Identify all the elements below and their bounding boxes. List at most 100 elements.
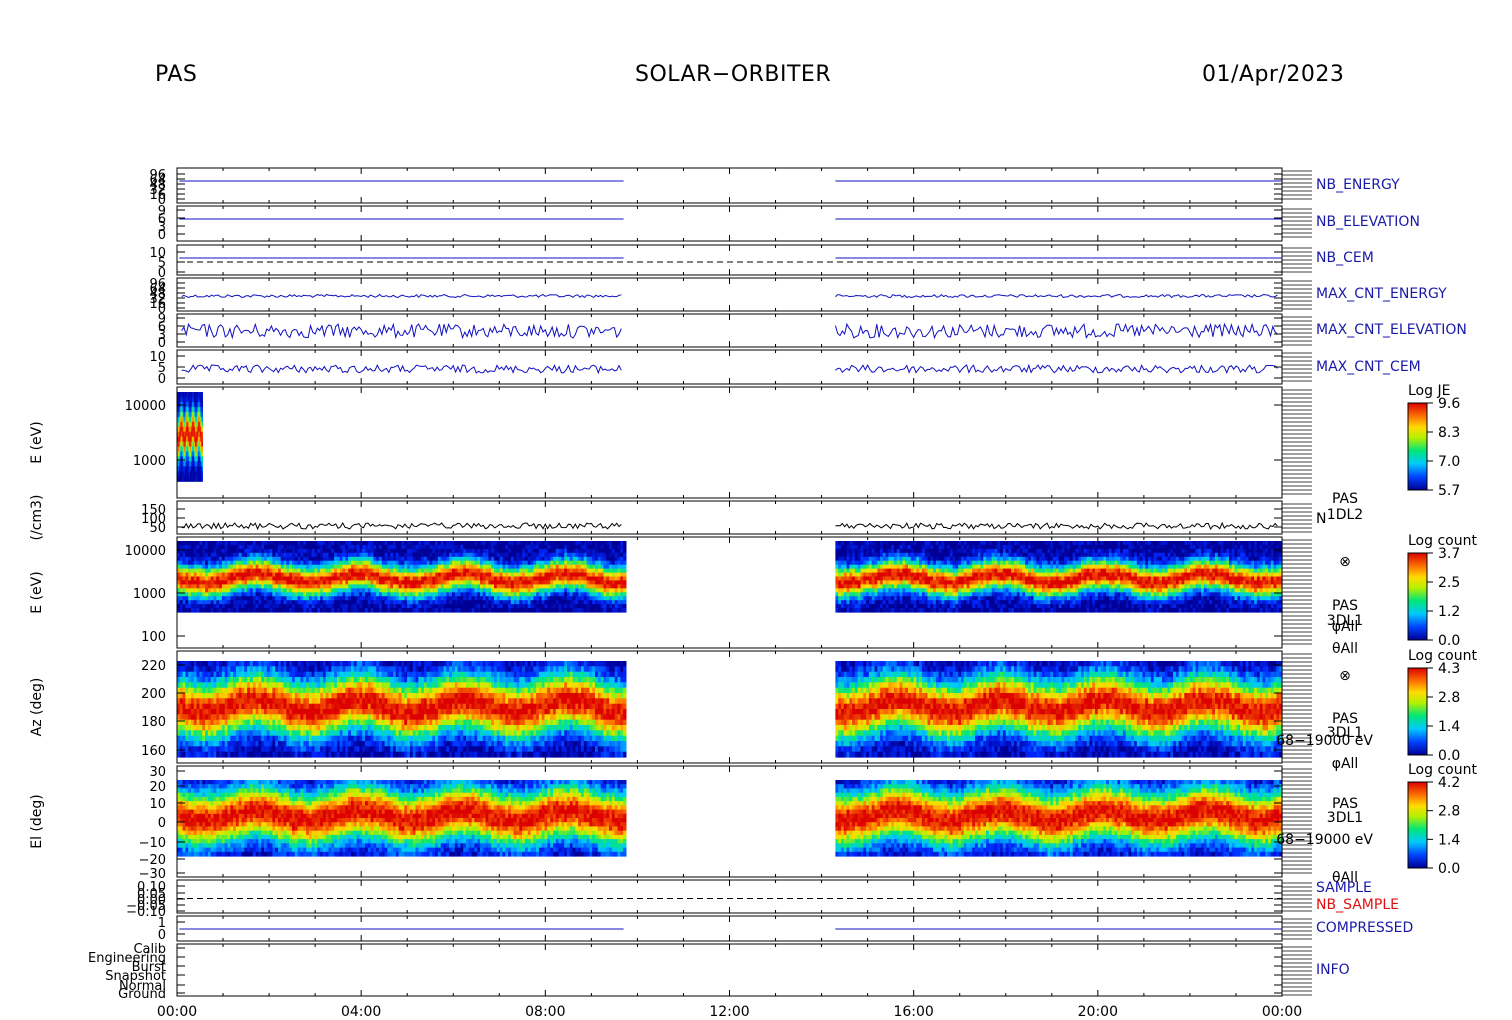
- panel-nb-elevation: 9630NB_ELEVATION: [158, 204, 1420, 243]
- panel-sample: 0.100.050.00−0.05−0.10SAMPLENB_SAMPLE: [126, 879, 1399, 920]
- nb-energy-right-axis: [1282, 170, 1312, 200]
- panel-max-cnt-energy: 96644832160MAX_CNT_ENERGY: [149, 277, 1447, 317]
- nb-elevation-right-axis: [1282, 208, 1312, 238]
- max-cnt-elevation-trace-1: [834, 322, 1278, 340]
- sample-right-label-0: SAMPLE: [1316, 880, 1372, 896]
- compressed-right-label: COMPRESSED: [1316, 920, 1413, 936]
- azimuth-spectrogram-ytick-label: 200: [141, 687, 166, 702]
- info-frame: [176, 943, 1283, 997]
- elevation-spectrogram-ytick-label: 10: [149, 797, 166, 812]
- elevation-spectrogram-side-label: 68−19000 eV: [1276, 832, 1373, 848]
- density-ytick-label: 50: [149, 521, 166, 536]
- energy-spectrogram-l2-colorbar-tick: 7.0: [1438, 454, 1460, 470]
- energy-spectrogram-l1-ytick-label: 1000: [133, 587, 166, 602]
- nb-energy-x-ticks: [176, 168, 1283, 203]
- max-cnt-elevation-right-label: MAX_CNT_ELEVATION: [1316, 322, 1467, 338]
- energy-spectrogram-l1-side-label: PAS: [1332, 598, 1358, 614]
- panel-azimuth-spectrogram: 220200180160Az (deg)⊗PAS3DL168−19000 eVφ…: [29, 648, 1477, 772]
- azimuth-spectrogram-colorbar-tick: 2.8: [1438, 690, 1460, 706]
- elevation-spectrogram-colorbar-tick: 2.8: [1438, 804, 1460, 820]
- info-right-label: INFO: [1316, 962, 1350, 978]
- nb-elevation-x-ticks: [176, 206, 1283, 241]
- elevation-spectrogram-colorbar-tick: 1.4: [1438, 832, 1460, 848]
- density-ylabel: (/cm3): [29, 495, 45, 541]
- density-x-ticks: [176, 501, 1283, 534]
- x-tick-label: 20:00: [1078, 1004, 1118, 1020]
- energy-spectrogram-l2-frame: [176, 386, 1283, 499]
- density-right-axis: [1282, 503, 1312, 533]
- energy-spectrogram-l1-colorbar-tick: 2.5: [1438, 575, 1460, 591]
- elevation-spectrogram-ytick-label: −20: [139, 853, 166, 868]
- nb-elevation-ytick-label: 0: [158, 228, 166, 243]
- energy-spectrogram-l1-colorbar: [1407, 552, 1428, 641]
- sample-x-ticks: [176, 880, 1283, 913]
- energy-spectrogram-l2-right-axis: [1282, 389, 1312, 495]
- info-x-ticks: [176, 944, 1283, 996]
- elevation-spectrogram-ytick-label: 20: [149, 780, 166, 795]
- nb-cem-right-axis: [1282, 247, 1312, 273]
- density-trace-0: [181, 521, 622, 531]
- azimuth-spectrogram-colorbar-tick: 1.4: [1438, 719, 1460, 735]
- x-tick-label: 00:00: [1262, 1004, 1302, 1020]
- energy-spectrogram-l1-ylabel: E (eV): [29, 571, 45, 613]
- energy-spectrogram-l1-ytick-label: 100: [141, 630, 166, 645]
- azimuth-spectrogram-ytick-label: 180: [141, 715, 166, 730]
- max-cnt-elevation-trace-0: [181, 322, 622, 340]
- x-tick-label: 00:00: [157, 1004, 197, 1020]
- nb-elevation-right-label: NB_ELEVATION: [1316, 214, 1420, 230]
- energy-spectrogram-l1-side-label: θAll: [1332, 641, 1358, 657]
- azimuth-spectrogram-ytick-label: 160: [141, 744, 166, 759]
- elevation-spectrogram-side-label: 3DL1: [1327, 810, 1363, 826]
- max-cnt-energy-right-label: MAX_CNT_ENERGY: [1316, 286, 1447, 302]
- max-cnt-elevation-right-axis: [1282, 316, 1312, 346]
- x-tick-label: 12:00: [709, 1004, 749, 1020]
- compressed-right-axis: [1282, 918, 1312, 940]
- panel-elevation-spectrogram: 3020100−10−20−30El (deg) PAS3DL168−19000 …: [29, 762, 1477, 886]
- elevation-spectrogram-colorbar-tick: 0.0: [1438, 861, 1460, 877]
- energy-spectrogram-l1-ytick-label: 10000: [125, 544, 166, 559]
- max-cnt-energy-trace-1: [835, 293, 1278, 299]
- azimuth-spectrogram-ytick-label: 220: [141, 659, 166, 674]
- density-right-label: N: [1316, 511, 1326, 527]
- quicklook-chart: 96644832160NB_ENERGY9630NB_ELEVATION1050…: [29, 167, 1477, 1020]
- azimuth-spectrogram-side-label: ⊗: [1339, 668, 1351, 684]
- azimuth-spectrogram-side-label: φAll: [1332, 756, 1359, 772]
- density-side-label: PAS: [1332, 491, 1358, 507]
- energy-spectrogram-l2-colorbar-tick: 9.6: [1438, 396, 1460, 412]
- density-side-label: 1DL2: [1327, 507, 1363, 523]
- energy-spectrogram-l1-colorbar-tick: 1.2: [1438, 604, 1460, 620]
- panel-nb-cem: 1050NB_CEM: [149, 244, 1374, 281]
- info-right-axis: [1282, 946, 1312, 996]
- energy-spectrogram-l2-ylabel: E (eV): [29, 421, 45, 463]
- max-cnt-cem-trace-1: [835, 363, 1278, 375]
- energy-spectrogram-l1-right-axis: [1282, 539, 1312, 645]
- panel-energy-spectrogram-l2: 100001000E (eV)Log JE9.68.37.05.7: [29, 383, 1460, 499]
- max-cnt-elevation-x-ticks: [176, 314, 1283, 347]
- nb-cem-x-ticks: [176, 245, 1283, 275]
- max-cnt-cem-right-label: MAX_CNT_CEM: [1316, 359, 1421, 375]
- density-trace-1: [835, 521, 1278, 531]
- elevation-spectrogram-ytick-label: −10: [139, 836, 166, 851]
- panel-max-cnt-cem: 1050MAX_CNT_CEM: [149, 349, 1421, 387]
- sample-right-axis: [1282, 882, 1312, 912]
- energy-spectrogram-l1-colorbar-tick: 0.0: [1438, 633, 1460, 649]
- max-cnt-energy-right-axis: [1282, 280, 1312, 310]
- nb-cem-right-label: NB_CEM: [1316, 250, 1374, 266]
- sample-right-label-1: NB_SAMPLE: [1316, 897, 1399, 913]
- panel-compressed: 10 COMPRESSED: [158, 915, 1413, 943]
- nb-energy-right-label: NB_ENERGY: [1316, 177, 1400, 193]
- elevation-spectrogram-colorbar-tick: 4.2: [1438, 775, 1460, 791]
- azimuth-spectrogram-side-label: 68−19000 eV: [1276, 733, 1373, 749]
- azimuth-spectrogram-colorbar: [1407, 667, 1428, 756]
- elevation-spectrogram-ylabel: El (deg): [29, 794, 45, 849]
- elevation-spectrogram-ytick-label: 30: [149, 765, 166, 780]
- x-tick-label: 16:00: [893, 1004, 933, 1020]
- max-cnt-cem-right-axis: [1282, 352, 1312, 382]
- max-cnt-cem-x-ticks: [176, 350, 1283, 384]
- x-tick-label: 04:00: [341, 1004, 381, 1020]
- max-cnt-energy-trace-0: [181, 293, 622, 299]
- energy-spectrogram-l2-colorbar-tick: 5.7: [1438, 483, 1460, 499]
- azimuth-spectrogram-ylabel: Az (deg): [29, 678, 45, 737]
- panel-info: CalibEngineeringBurstSnapshotNormalGroun…: [88, 942, 1350, 1002]
- max-cnt-elevation-ytick-label: 0: [158, 336, 166, 351]
